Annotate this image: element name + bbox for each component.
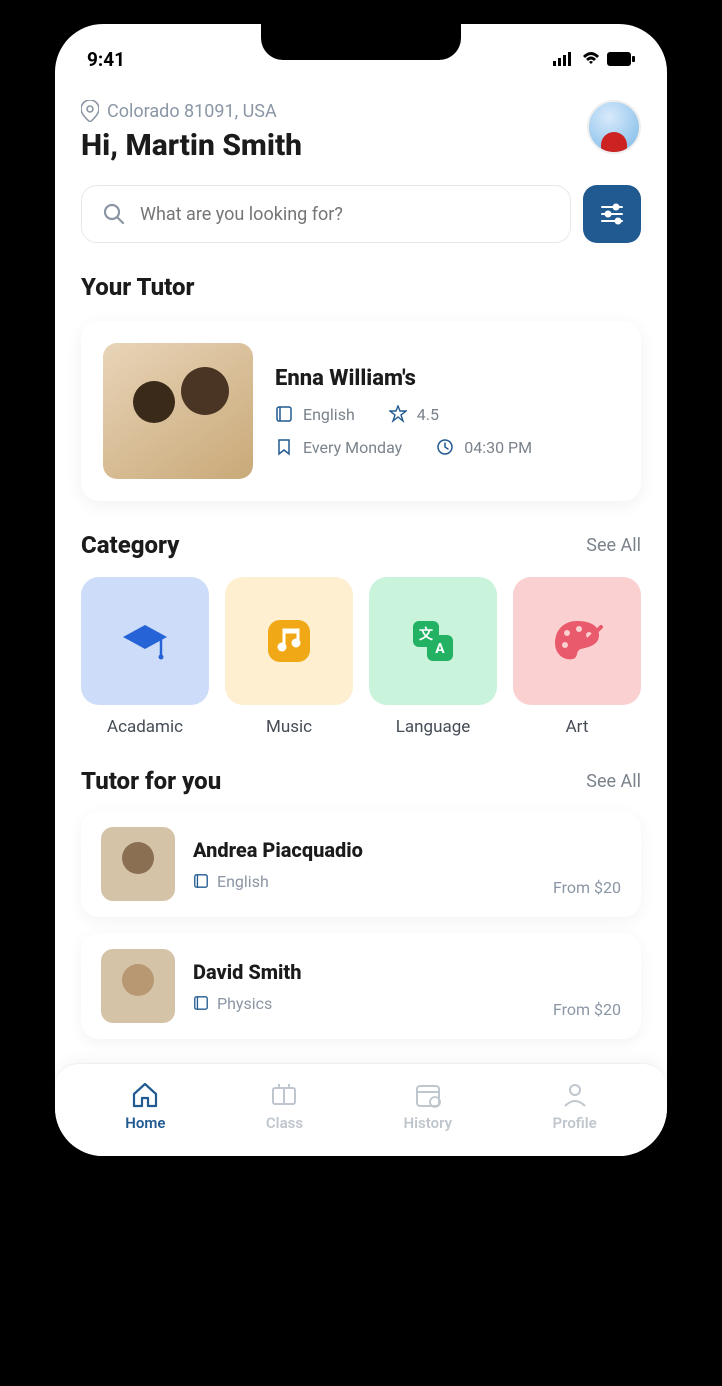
tutor-schedule: Every Monday (303, 438, 402, 457)
cellular-icon (553, 52, 575, 66)
book-icon (193, 995, 209, 1011)
category-label: Music (225, 717, 353, 737)
bottom-nav: Home Class History Profile (55, 1063, 667, 1156)
nav-label: Class (266, 1114, 303, 1132)
category-label: Language (369, 717, 497, 737)
sliders-icon (598, 200, 626, 228)
star-icon (389, 405, 407, 423)
svg-text:文: 文 (419, 626, 434, 643)
music-note-icon (260, 612, 318, 670)
category-language[interactable]: 文A Language (369, 577, 497, 737)
tutor-rating: 4.5 (417, 405, 439, 424)
phone-frame: 9:41 Colorado 81091, USA Hi, Martin Smit… (41, 10, 681, 1170)
wifi-icon (581, 52, 601, 66)
tutor-list-price: From $20 (553, 878, 621, 901)
location-pin-icon (81, 100, 99, 122)
category-label: Art (513, 717, 641, 737)
clock-icon (436, 438, 454, 456)
svg-text:A: A (435, 641, 445, 657)
nav-profile[interactable]: Profile (553, 1080, 597, 1132)
greeting-text: Hi, Martin Smith (81, 128, 302, 163)
battery-icon (607, 52, 635, 66)
status-icons (553, 52, 635, 66)
category-see-all[interactable]: See All (586, 535, 641, 556)
tutor-list-item[interactable]: Andrea Piacquadio English From $20 (81, 811, 641, 917)
palette-icon (549, 613, 605, 669)
search-input[interactable] (140, 204, 550, 225)
tutor-list-subject: English (217, 872, 269, 891)
nav-label: Home (125, 1114, 165, 1132)
tutor-list-item[interactable]: David Smith Physics From $20 (81, 933, 641, 1039)
nav-label: History (404, 1114, 453, 1132)
nav-home[interactable]: Home (125, 1080, 165, 1132)
graduation-cap-icon (117, 613, 173, 669)
tutor-photo (103, 343, 253, 479)
book-icon (193, 873, 209, 889)
home-icon (130, 1080, 160, 1110)
category-art[interactable]: Art (513, 577, 641, 737)
tutor-list-photo (101, 827, 175, 901)
book-icon (275, 405, 293, 423)
class-icon (269, 1080, 299, 1110)
nav-class[interactable]: Class (266, 1080, 303, 1132)
category-music[interactable]: Music (225, 577, 353, 737)
phone-screen: 9:41 Colorado 81091, USA Hi, Martin Smit… (55, 24, 667, 1156)
category-academic[interactable]: Acadamic (81, 577, 209, 737)
your-tutor-card[interactable]: Enna William's English 4.5 Every Monday … (81, 321, 641, 501)
search-icon (102, 202, 126, 226)
your-tutor-title: Your Tutor (81, 273, 641, 301)
nav-history[interactable]: History (404, 1080, 453, 1132)
search-box[interactable] (81, 185, 571, 243)
tutor-name: Enna William's (275, 366, 619, 391)
profile-avatar[interactable] (587, 100, 641, 154)
tutor-list-subject: Physics (217, 994, 272, 1013)
nav-label: Profile (553, 1114, 597, 1132)
tutor-time: 04:30 PM (464, 438, 532, 457)
profile-icon (560, 1080, 590, 1110)
tutor-list-photo (101, 949, 175, 1023)
translate-icon: 文A (405, 613, 461, 669)
tutor-list-name: Andrea Piacquadio (193, 838, 535, 862)
filter-button[interactable] (583, 185, 641, 243)
category-title: Category (81, 531, 179, 559)
category-label: Acadamic (81, 717, 209, 737)
location-row[interactable]: Colorado 81091, USA (81, 100, 302, 122)
tutor-for-you-see-all[interactable]: See All (586, 771, 641, 792)
history-icon (413, 1080, 443, 1110)
status-time: 9:41 (87, 48, 125, 71)
tutor-subject: English (303, 405, 355, 424)
bookmark-icon (275, 438, 293, 456)
notch (261, 24, 461, 60)
tutor-list-name: David Smith (193, 960, 535, 984)
tutor-list-price: From $20 (553, 1000, 621, 1023)
tutor-for-you-title: Tutor for you (81, 767, 221, 795)
location-text: Colorado 81091, USA (107, 101, 277, 122)
